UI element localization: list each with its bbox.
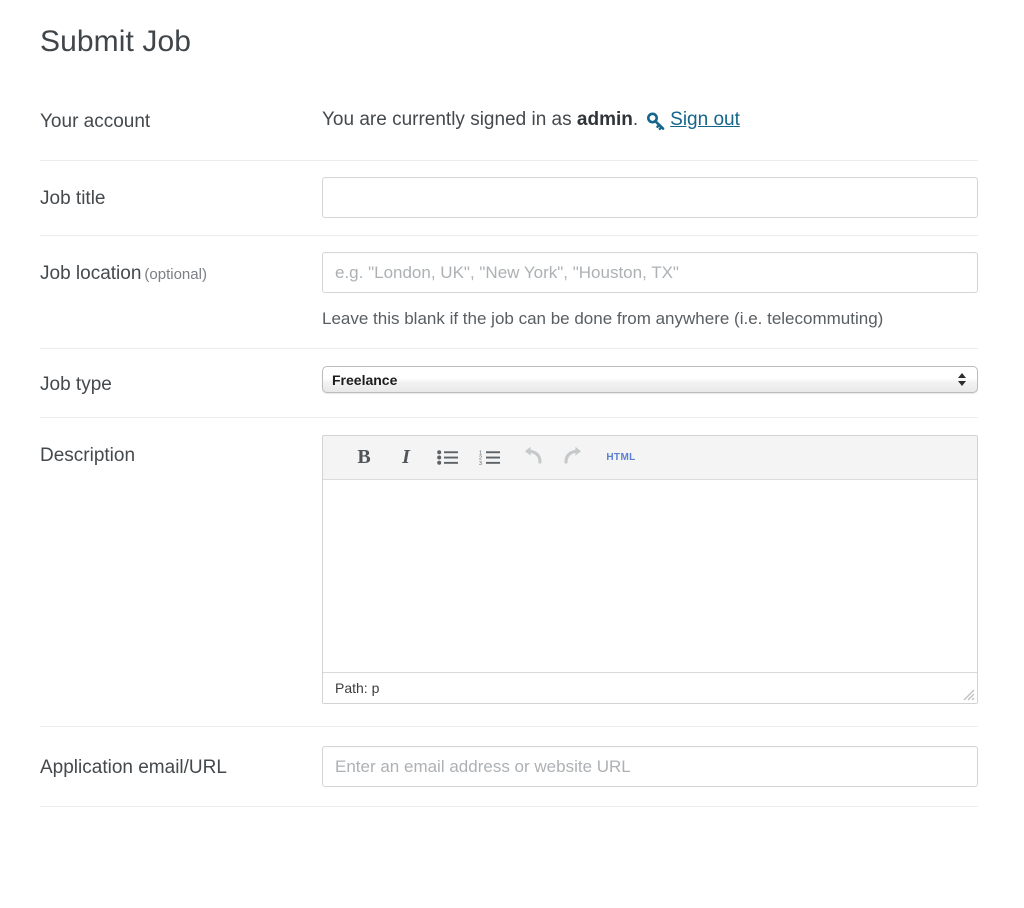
label-your-account-text: Your account (40, 111, 151, 132)
numbered-list-icon: 1 2 3 (479, 450, 501, 467)
field-row-job-title: Job title (40, 161, 978, 236)
html-icon: HTML (606, 452, 636, 463)
field-row-account: Your account You are currently signed in… (40, 92, 978, 161)
label-description: Description (40, 435, 322, 469)
application-email-url-input[interactable] (322, 746, 978, 787)
italic-icon: I (402, 446, 410, 468)
description-editor: B I 1 2 3 HTML Path: p (322, 435, 978, 704)
job-type-selected-value: Freelance (332, 371, 398, 388)
label-job-location: Job location (optional) (40, 252, 322, 288)
html-button[interactable]: HTML (595, 442, 647, 474)
description-textarea[interactable] (323, 480, 977, 672)
account-text-after: . (632, 109, 639, 130)
field-row-job-type: Job type Freelance (40, 349, 978, 418)
svg-text:3: 3 (479, 461, 482, 465)
editor-toolbar: B I 1 2 3 HTML (323, 436, 977, 480)
label-application: Application email/URL (40, 746, 322, 781)
bullet-list-icon (437, 450, 459, 465)
numbered-list-button[interactable]: 1 2 3 (469, 442, 511, 474)
bold-icon: B (357, 446, 371, 468)
select-stepper-arrows-icon (957, 372, 966, 388)
bullet-list-button[interactable] (427, 442, 469, 474)
page-title: Submit Job (40, 25, 192, 58)
label-your-account: Your account (40, 106, 322, 135)
italic-button[interactable]: I (385, 442, 427, 474)
label-job-type-text: Job type (40, 374, 112, 395)
key-icon (646, 111, 666, 131)
job-location-hint: Leave this blank if the job can be done … (322, 309, 884, 328)
redo-icon (562, 445, 586, 470)
label-job-title: Job title (40, 177, 322, 212)
undo-button[interactable] (511, 442, 553, 474)
undo-icon (520, 445, 544, 470)
account-status: You are currently signed in as admin. Si… (322, 106, 978, 134)
submit-job-page: Submit Job Your account You are currentl… (0, 0, 1024, 908)
field-row-application: Application email/URL (40, 727, 978, 807)
label-job-type: Job type (40, 366, 322, 398)
bold-button[interactable]: B (343, 442, 385, 474)
account-username: admin (576, 109, 633, 130)
field-row-job-location: Job location(optional) Leave this blank … (40, 236, 978, 349)
editor-resize-handle[interactable] (959, 685, 975, 701)
field-row-description: Description B I 1 2 3 HTML Path: p (40, 418, 978, 727)
editor-path-value: p (371, 680, 380, 696)
redo-button[interactable] (553, 442, 595, 474)
job-title-input[interactable] (322, 177, 978, 218)
account-signed-in-text: You are currently signed in as (322, 109, 572, 130)
job-location-input[interactable] (322, 252, 978, 293)
submit-job-form: Your account You are currently signed in… (40, 92, 978, 807)
label-description-text: Description (40, 445, 136, 466)
editor-path-label: Path: (335, 680, 368, 696)
label-application-text: Application email/URL (40, 757, 227, 778)
editor-status-bar: Path: p (323, 672, 977, 703)
label-job-location-text: Job location (40, 263, 142, 284)
label-job-title-text: Job title (40, 188, 106, 209)
label-job-location-optional: (optional) (144, 266, 207, 283)
sign-out-link[interactable]: Sign out (670, 106, 740, 134)
job-type-select[interactable]: Freelance (322, 366, 978, 393)
